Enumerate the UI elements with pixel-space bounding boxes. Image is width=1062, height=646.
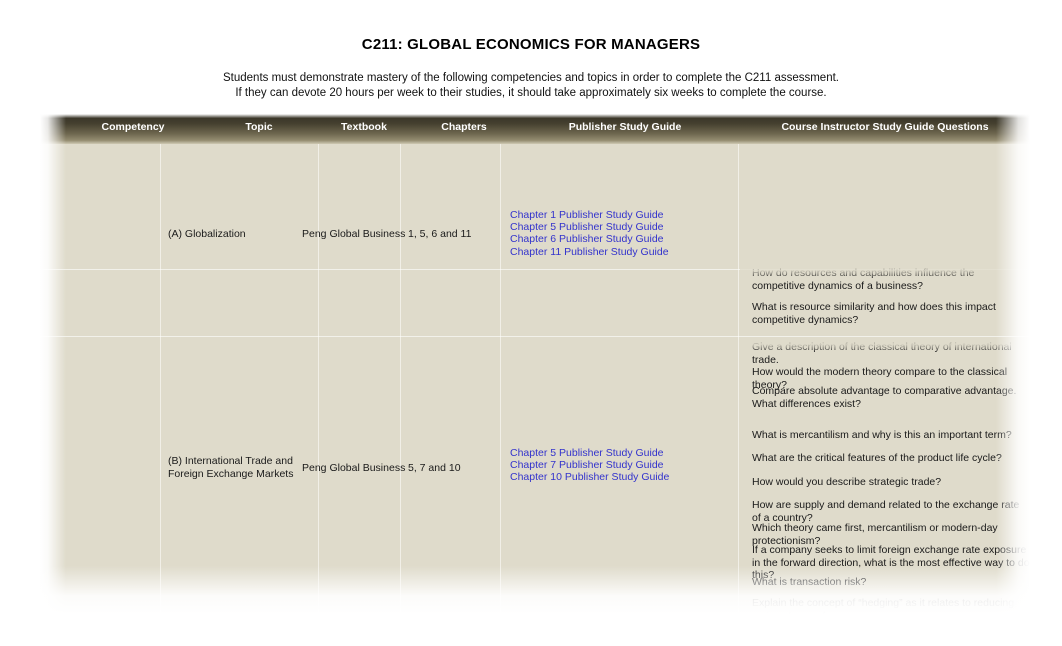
page-intro: Students must demonstrate mastery of the… [0,71,1062,101]
cell-textbook: Peng Global Business [302,462,406,474]
question-item: How are supply and demand related to the… [752,499,1020,524]
cell-chapters: 5, 7 and 10 [408,462,461,474]
publisher-study-guide-links: Chapter 5 Publisher Study Guide Chapter … [510,447,669,484]
question-item: Explain the concept of “hedging” as it r… [752,597,1015,614]
cell-topic-line-2: Foreign Exchange Markets [168,468,294,480]
question-item: How do resources and capabilities influe… [752,267,975,292]
intro-line-2: If they can devote 20 hours per week to … [235,87,827,99]
competency-table: Competency Topic Textbook Chapters Publi… [40,114,1030,614]
study-guide-link[interactable]: Chapter 11 Publisher Study Guide [510,246,669,258]
cell-textbook: Peng Global Business [302,228,406,240]
instructor-questions-column: How do resources and capabilities influe… [752,114,1030,614]
column-divider [738,114,739,614]
publisher-study-guide-links: Chapter 1 Publisher Study Guide Chapter … [510,209,669,258]
question-item: How would you describe strategic trade? [752,476,942,488]
study-guide-link[interactable]: Chapter 10 Publisher Study Guide [510,471,669,483]
cell-topic-line-1: (B) International Trade and [168,455,293,467]
study-guide-link[interactable]: Chapter 5 Publisher Study Guide [510,221,669,233]
question-item: What is resource similarity and how does… [752,301,996,326]
question-item: What is mercantilism and why is this an … [752,429,1012,441]
study-guide-link[interactable]: Chapter 6 Publisher Study Guide [510,233,669,245]
column-header-publisher: Publisher Study Guide [568,121,682,133]
column-divider [318,114,319,614]
question-item: What are the critical features of the pr… [752,452,1002,464]
column-divider [400,114,401,614]
question-item: What is transaction risk? [752,576,867,588]
page-title: C211: GLOBAL ECONOMICS FOR MANAGERS [361,36,701,53]
cell-topic: (A) Globalization [168,228,246,240]
question-item: Give a description of the classical theo… [752,341,1012,366]
study-guide-link[interactable]: Chapter 5 Publisher Study Guide [510,447,669,459]
column-header-competency: Competency [101,121,165,133]
study-guide-link[interactable]: Chapter 1 Publisher Study Guide [510,209,669,221]
cell-topic: (B) International Trade and Foreign Exch… [168,455,298,481]
cell-chapters: 1, 5, 6 and 11 [408,228,472,240]
question-item: Compare absolute advantage to comparativ… [752,385,1017,410]
column-divider [500,114,501,614]
study-guide-link[interactable]: Chapter 7 Publisher Study Guide [510,459,669,471]
intro-line-1: Students must demonstrate mastery of the… [223,72,839,84]
column-divider [160,114,161,614]
